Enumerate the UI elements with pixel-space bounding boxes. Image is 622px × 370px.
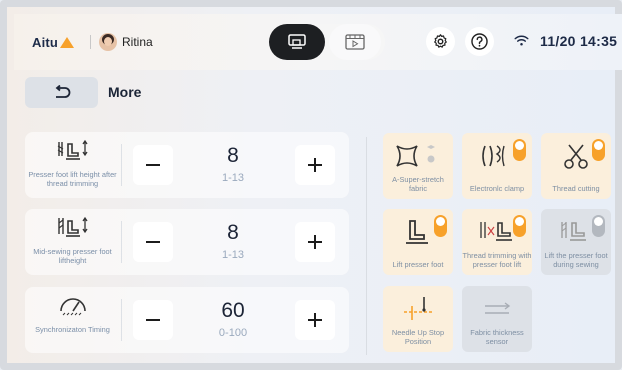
divider <box>90 35 91 49</box>
feature-label: Thread cutting <box>552 184 600 193</box>
feature-toggle-on[interactable] <box>513 139 526 161</box>
control-range: 1-13 <box>221 172 245 184</box>
needle-up-stop-icon <box>383 294 453 324</box>
feature-label: Electronlc clamp <box>469 184 525 193</box>
control-panel-lift-after-trim: Presser foot lift height after thread tr… <box>25 132 349 198</box>
feature-label: Thread trimming with presser foot lift <box>462 251 532 269</box>
feature-tile-lift-presser-foot[interactable]: Lift presser foot <box>383 209 453 275</box>
increment-button[interactable] <box>295 222 335 262</box>
settings-gear-icon <box>434 34 447 48</box>
mode-switcher <box>269 24 385 60</box>
feature-tile-trim-with-lift[interactable]: Thread trimming with presser foot lift <box>462 209 532 275</box>
avatar[interactable] <box>99 33 117 51</box>
video-player-mode-button[interactable] <box>329 24 381 60</box>
control-label: Presser foot lift height after thread tr… <box>28 170 117 188</box>
control-value: 60 <box>221 299 245 322</box>
sewing-machine-mode-button[interactable] <box>269 24 325 60</box>
feature-tile-super-stretch[interactable]: A-Super-stretch fabric <box>383 133 453 199</box>
user-name: Ritina <box>122 35 153 49</box>
feature-toggle-off[interactable] <box>592 215 605 237</box>
clock: 11/20 14:35 <box>540 33 618 49</box>
help-question-icon <box>471 33 488 50</box>
presser-foot-lift-icon <box>25 138 120 162</box>
synchronization-gauge-icon <box>25 293 120 317</box>
control-range: 0-100 <box>218 327 248 339</box>
control-panel-mid-sewing-lift: Mid-sewing presser foot liftheight 8 1-1… <box>25 209 349 275</box>
control-label: Mid-sewing presser foot liftheight <box>33 247 112 265</box>
top-bar: Aitu Ritina 11/20 14:35 <box>14 14 622 70</box>
help-button[interactable] <box>465 27 494 56</box>
control-label: Synchronizaton Timing <box>35 325 110 334</box>
mid-sewing-lift-icon <box>25 215 120 239</box>
wifi-icon <box>514 35 529 46</box>
back-button[interactable] <box>25 77 98 108</box>
feature-tile-fabric-thickness[interactable]: Fabric thickness sensor <box>462 286 532 352</box>
control-value: 8 <box>227 221 239 244</box>
divider <box>121 144 122 186</box>
feature-tile-lift-during-sewing[interactable]: Lift the presser foot during sewing <box>541 209 611 275</box>
section-divider <box>366 137 367 355</box>
wifi-status <box>514 34 529 52</box>
decrement-button[interactable] <box>133 145 173 185</box>
feature-tile-thread-cutting[interactable]: Thread cutting <box>541 133 611 199</box>
app-frame: Aitu Ritina 11/20 14:35 More Presser foo… <box>0 0 622 370</box>
brand-logo: Aitu <box>32 35 75 50</box>
decrement-button[interactable] <box>133 222 173 262</box>
divider <box>121 299 122 341</box>
feature-label: Fabric thickness sensor <box>470 328 524 346</box>
super-stretch-fabric-icon <box>383 141 453 171</box>
settings-button[interactable] <box>426 27 455 56</box>
back-arrow-icon <box>55 84 70 98</box>
logo-triangle-icon <box>60 37 75 48</box>
feature-label: A-Super-stretch fabric <box>392 175 444 193</box>
decrement-button[interactable] <box>133 300 173 340</box>
divider <box>121 221 122 263</box>
page-title: More <box>108 84 142 100</box>
video-player-icon <box>345 34 365 50</box>
feature-tile-needle-up-stop[interactable]: Needle Up Stop Position <box>383 286 453 352</box>
feature-label: Needle Up Stop Position <box>391 328 445 346</box>
increment-button[interactable] <box>295 145 335 185</box>
feature-tile-electronic-clamp[interactable]: Electronlc clamp <box>462 133 532 199</box>
sewing-machine-icon <box>288 34 306 49</box>
feature-toggle-on[interactable] <box>434 215 447 237</box>
control-range: 1-13 <box>221 249 245 261</box>
feature-toggle-on[interactable] <box>513 215 526 237</box>
feature-toggle-on[interactable] <box>592 139 605 161</box>
control-panel-sync-timing: Synchronizaton Timing 60 0-100 <box>25 287 349 353</box>
feature-label: Lift presser foot <box>392 260 444 269</box>
increment-button[interactable] <box>295 300 335 340</box>
feature-label: Lift the presser foot during sewing <box>544 251 608 269</box>
control-value: 8 <box>227 144 239 167</box>
fabric-thickness-icon <box>462 294 532 324</box>
